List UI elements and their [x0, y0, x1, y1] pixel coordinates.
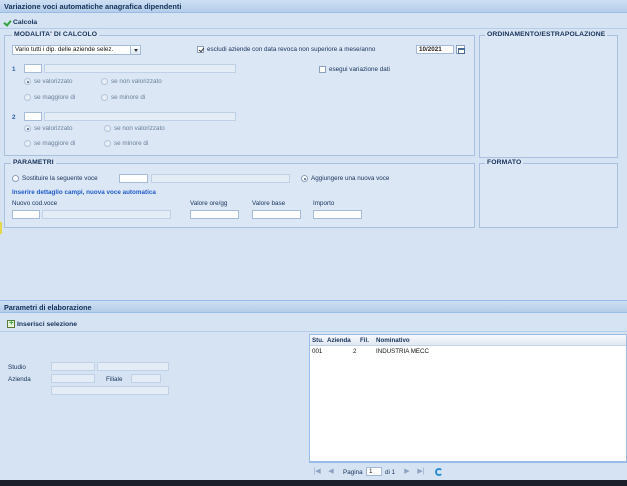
page-number-field[interactable]: 1 [366, 467, 382, 476]
col-stu[interactable]: Stu. [312, 337, 324, 344]
azienda-code-field[interactable] [51, 374, 95, 383]
next-page-icon[interactable]: ▶ [403, 468, 411, 476]
block1-valorizzato-radio[interactable] [24, 78, 31, 85]
pagina-label: Pagina [343, 469, 363, 476]
block2-valorizzato-label: se valorizzato [34, 125, 73, 132]
esegui-checkbox[interactable] [319, 66, 326, 73]
results-grid: Stu. Azienda Fil. Nominativo 001 2 INDUS… [309, 334, 627, 462]
aggiungere-label: Aggiungere una nuova voce [311, 175, 390, 182]
table-row[interactable]: 001 2 INDUSTRIA MECC [310, 347, 626, 357]
divider [0, 331, 627, 332]
block2-minore-radio[interactable] [104, 140, 111, 147]
block1-code-field[interactable] [24, 64, 42, 73]
block1-maggiore-radio[interactable] [24, 94, 31, 101]
inserisci-selezione-button[interactable]: Inserisci selezione [7, 318, 78, 329]
taskbar-strip [0, 480, 627, 486]
page-count-label: di 1 [385, 469, 396, 476]
nuovo-cod-field[interactable] [12, 210, 40, 219]
prev-page-icon[interactable]: ◀ [327, 468, 335, 476]
block2-number: 2 [12, 114, 16, 121]
sostituire-radio[interactable] [12, 175, 19, 182]
azienda-desc-field [51, 386, 169, 395]
refresh-icon[interactable] [435, 468, 443, 476]
studio-code-field[interactable] [51, 362, 95, 371]
escludi-label: escludi aziende con data revoca non supe… [207, 46, 376, 53]
studio-desc-field [97, 362, 169, 371]
focus-marker [0, 222, 2, 234]
block2-non-valorizzato-radio[interactable] [104, 125, 111, 132]
filiale-label: Filiale [106, 376, 123, 383]
calcola-button[interactable]: Calcola [4, 17, 37, 27]
parametri-legend: Parametri [11, 159, 56, 166]
block1-minore-label: se minore di [111, 94, 146, 101]
importo-field[interactable] [313, 210, 362, 219]
formato-fieldset [479, 163, 618, 228]
window-title: Variazione voci automatiche anagrafica d… [0, 0, 627, 13]
modalita-legend: Modalita' di calcolo [12, 31, 100, 38]
block1-valorizzato-label: se valorizzato [34, 78, 73, 85]
sostituire-label: Sostituire la seguente voce [22, 175, 98, 182]
add-selection-icon [7, 318, 15, 328]
dettaglio-heading: Inserire dettaglio campi, nuova voce aut… [12, 189, 156, 196]
chevron-down-icon[interactable] [130, 46, 140, 54]
first-page-icon[interactable]: |◀ [313, 468, 321, 476]
modalita-combo[interactable]: Vario tutti i dip. delle aziende selez. [12, 45, 141, 55]
col-azienda[interactable]: Azienda [327, 337, 351, 344]
block2-maggiore-label: se maggiore di [34, 140, 76, 147]
check-icon [4, 19, 11, 26]
block1-non-valorizzato-radio[interactable] [101, 78, 108, 85]
block1-maggiore-label: se maggiore di [34, 94, 76, 101]
block2-non-valorizzato-label: se non valorizzato [114, 125, 165, 132]
azienda-label: Azienda [8, 376, 31, 383]
cell-azienda: 2 [353, 348, 357, 355]
block2-maggiore-radio[interactable] [24, 140, 31, 147]
ordinamento-fieldset [479, 35, 618, 158]
block2-valorizzato-radio[interactable] [24, 125, 31, 132]
block1-number: 1 [12, 66, 16, 73]
esegui-label: esegui variazione dati [329, 66, 390, 73]
base-label: Valore base [252, 200, 286, 207]
inserisci-label: Inserisci selezione [17, 320, 78, 328]
filiale-field[interactable] [131, 374, 161, 383]
studio-label: Studio [8, 364, 26, 371]
grid-pager: |◀ ◀ Pagina 1 di 1 ▶ ▶| [309, 462, 627, 480]
ore-label: Valore ore/gg [190, 200, 228, 207]
calendar-icon[interactable] [456, 45, 465, 54]
toolbar [0, 14, 627, 29]
block2-desc-field [44, 112, 236, 121]
block1-minore-radio[interactable] [101, 94, 108, 101]
col-nominativo[interactable]: Nominativo [376, 337, 410, 344]
elaborazione-header: Parametri di elaborazione [0, 300, 627, 313]
base-field[interactable] [252, 210, 301, 219]
importo-label: Importo [313, 200, 335, 207]
sostituire-code-field[interactable] [119, 174, 148, 183]
col-fil[interactable]: Fil. [360, 337, 369, 344]
aggiungere-radio[interactable] [301, 175, 308, 182]
ordinamento-legend: Ordinamento/Estrapolazione [485, 31, 608, 38]
formato-legend: Formato [485, 159, 524, 166]
sostituire-desc-field [151, 174, 290, 183]
date-field[interactable]: 10/2021 [416, 45, 454, 54]
escludi-checkbox[interactable] [197, 46, 204, 53]
nuovo-desc-field [42, 210, 171, 219]
block1-non-valorizzato-label: se non valorizzato [111, 78, 162, 85]
grid-header: Stu. Azienda Fil. Nominativo [310, 335, 626, 346]
block2-code-field[interactable] [24, 112, 42, 121]
block2-minore-label: se minore di [114, 140, 149, 147]
cell-stu: 001 [312, 348, 323, 355]
cell-nominativo: INDUSTRIA MECC [376, 348, 429, 355]
ore-field[interactable] [190, 210, 239, 219]
nuovo-cod-label: Nuovo cod.voce [12, 200, 58, 207]
modalita-combo-value: Vario tutti i dip. delle aziende selez. [15, 46, 114, 53]
last-page-icon[interactable]: ▶| [417, 468, 425, 476]
calcola-label: Calcola [13, 18, 38, 26]
block1-desc-field [44, 64, 236, 73]
